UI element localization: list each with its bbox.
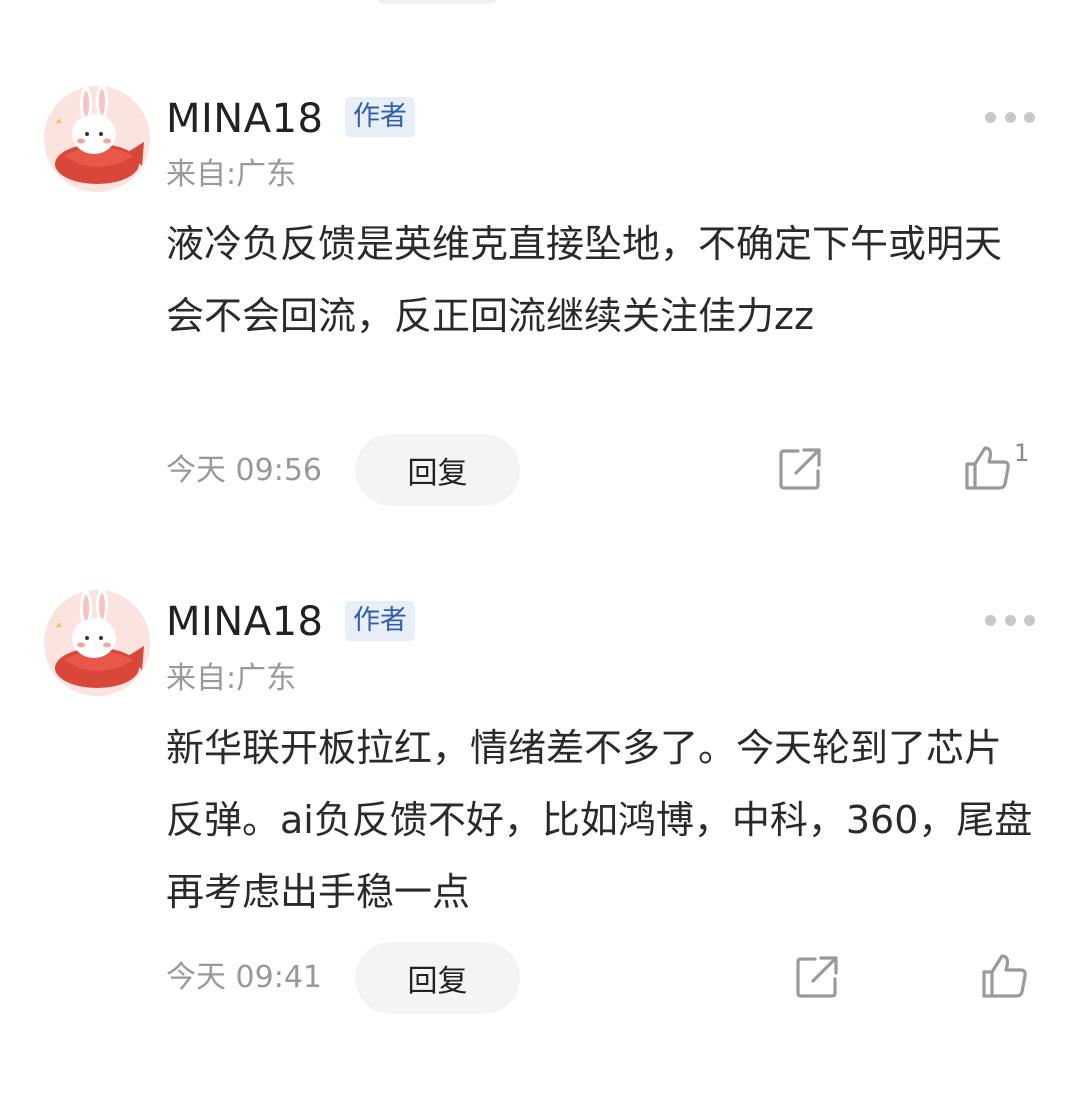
share-icon[interactable] <box>795 955 839 999</box>
rabbit-avatar-icon <box>44 86 150 192</box>
comment-text: 液冷负反馈是英维克直接坠地，不确定下午或明天会不会回流，反正回流继续关注佳力zz <box>166 222 1003 338</box>
share-icon[interactable] <box>778 447 822 491</box>
like-count: 1 <box>1014 439 1030 467</box>
comment-time: 今天 09:56 <box>166 453 322 488</box>
reply-button[interactable]: 回复 <box>355 434 520 506</box>
thumbs-up-icon[interactable] <box>981 952 1029 1000</box>
more-dots-icon[interactable] <box>985 109 1035 125</box>
rabbit-avatar-icon <box>44 590 150 696</box>
avatar[interactable] <box>44 590 150 696</box>
comment-text: 新华联开板拉红，情绪差不多了。今天轮到了芯片反弹。ai负反馈不好，比如鸿博，中科… <box>166 726 1033 914</box>
comment-time: 今天 09:41 <box>166 960 322 995</box>
username[interactable]: MINA18 <box>166 96 324 142</box>
more-dots-icon[interactable] <box>985 612 1035 628</box>
reply-button[interactable]: 回复 <box>355 942 520 1014</box>
location-label: 来自:广东 <box>166 157 297 192</box>
thumbs-up-icon[interactable] <box>964 444 1012 492</box>
scroll-edge-handle <box>378 0 496 4</box>
author-badge: 作者 <box>345 97 415 137</box>
avatar[interactable] <box>44 86 150 192</box>
location-label: 来自:广东 <box>166 661 297 696</box>
author-badge: 作者 <box>345 601 415 641</box>
username[interactable]: MINA18 <box>166 599 324 645</box>
comment-list: MINA18 作者 来自:广东 液冷负反馈是英维克直接坠地，不确定下午或明天会不… <box>0 0 1080 1095</box>
